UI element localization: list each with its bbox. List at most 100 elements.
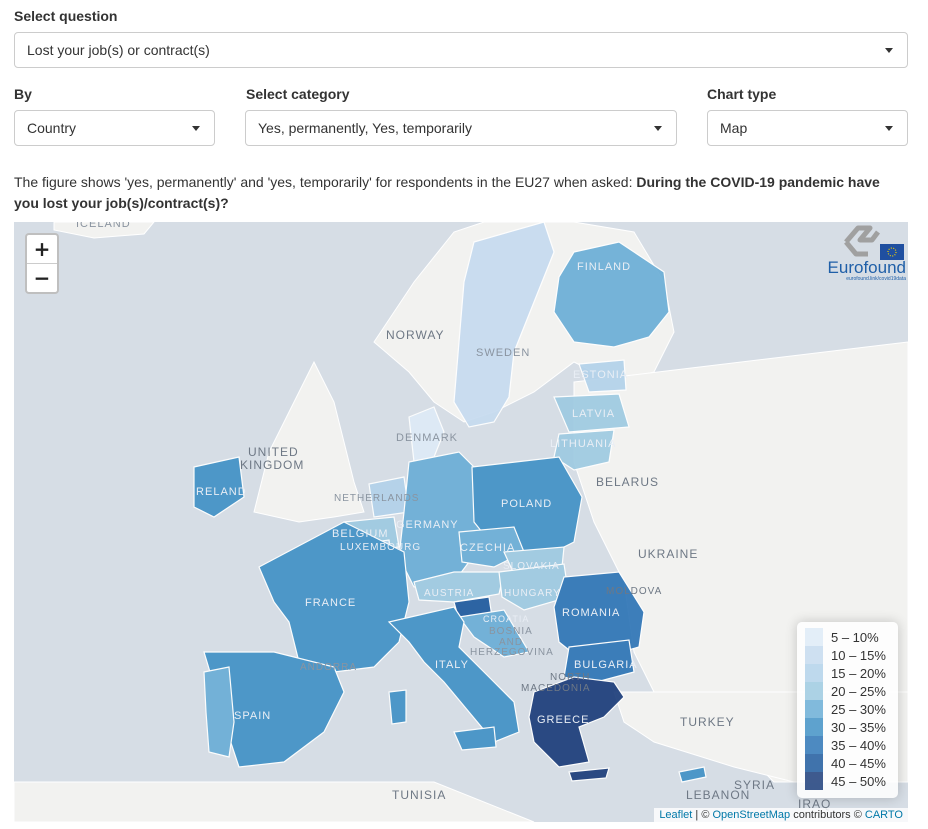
map-label-bosnia: BOSNIA [489,626,533,637]
chart-type-label: Chart type [707,86,777,102]
map-label-bosnia-3: HERZEGOVINA [470,647,554,658]
eurofound-logo-url: eurofound.link/covid19data [846,276,906,282]
map-label-lithuania: LITHUANIA [550,438,617,450]
legend-swatch [805,664,823,682]
map-label-north-macedonia-2: MACEDONIA [521,683,591,694]
map-label-italy: ITALY [435,659,469,671]
legend-swatch [805,682,823,700]
portugal-shape [203,666,235,758]
map-label-romania: ROMANIA [562,607,621,619]
question-label: Select question [14,8,118,24]
legend-row: 25 – 30% [805,700,890,718]
map-label-latvia: LATVIA [572,408,616,420]
crete-shape [568,767,610,782]
map-label-lebanon: LEBANON [686,788,751,802]
legend-swatch [805,718,823,736]
map-label-poland: POLAND [501,498,553,510]
map-label-north-macedonia: NORTH [550,672,591,683]
legend-row: 10 – 15% [805,646,890,664]
description-text: The figure shows 'yes, permanently' and … [14,174,637,190]
sardinia-shape [388,689,407,725]
attribution-contrib: contributors © [790,809,865,821]
legend-swatch [805,754,823,772]
map-container[interactable]: ICELAND NORWAY SWEDEN FINLAND ESTONIA LA… [14,222,908,822]
map-label-france: FRANCE [305,597,357,609]
by-select[interactable]: Country [14,110,215,146]
map-label-uk-2: KINGDOM [240,458,305,472]
category-select[interactable]: Yes, permanently, Yes, temporarily [245,110,677,146]
map-legend: 5 – 10% 10 – 15% 15 – 20% 20 – 25% 25 – 30% 3… [797,622,898,798]
map-label-bulgaria: BULGARIA [574,659,638,671]
map-label-uk: UNITED [248,445,299,459]
map-label-netherlands: NETHERLANDS [334,493,420,504]
finland-shape [553,241,670,348]
legend-swatch [805,772,823,790]
eurofound-logo-icon [844,225,904,260]
legend-label: 40 – 45% [831,755,886,771]
legend-swatch [805,736,823,754]
map-label-turkey: TURKEY [680,715,735,729]
map-label-ukraine: UKRAINE [638,547,699,561]
chart-type-select-value: Map [720,120,748,136]
map-label-sweden: SWEDEN [476,347,531,359]
map-svg [14,222,908,822]
legend-row: 5 – 10% [805,628,890,646]
legend-swatch [805,700,823,718]
map-label-luxembourg: LUXEMBOURG [340,542,422,553]
carto-link[interactable]: CARTO [865,809,903,821]
osm-link[interactable]: OpenStreetMap [712,809,790,821]
legend-row: 20 – 25% [805,682,890,700]
map-label-iceland: ICELAND [76,222,131,230]
legend-row: 15 – 20% [805,664,890,682]
map-label-hungary: HUNGARY [504,588,561,599]
cyprus-shape [678,766,707,783]
map-label-estonia: ESTONIA [573,369,629,381]
legend-row: 45 – 50% [805,772,890,790]
question-select[interactable]: Lost your job(s) or contract(s) [14,32,908,68]
legend-label: 25 – 30% [831,701,886,717]
map-label-tunisia: TUNISIA [392,788,447,802]
legend-swatch [805,646,823,664]
eurofound-logo-text: Eurofound [827,258,906,277]
legend-label: 30 – 35% [831,719,886,735]
legend-label: 20 – 25% [831,683,886,699]
figure-description: The figure shows 'yes, permanently' and … [14,172,904,214]
chevron-down-icon [192,126,200,131]
legend-row: 35 – 40% [805,736,890,754]
map-label-finland: FINLAND [577,261,632,273]
by-label: By [14,86,32,102]
chevron-down-icon [654,126,662,131]
map-label-moldova: MOLDOVA [606,586,663,597]
map-label-slovakia: SLOVAKIA [503,561,560,572]
legend-label: 45 – 50% [831,773,886,789]
chart-type-select[interactable]: Map [707,110,908,146]
map-label-andorra: ANDORRA [300,662,358,673]
map-label-croatia: CROATIA [483,614,530,624]
legend-row: 30 – 35% [805,718,890,736]
legend-swatch [805,628,823,646]
map-label-germany: GERMANY [396,519,459,531]
legend-row: 40 – 45% [805,754,890,772]
north-africa-land [14,781,535,822]
eurofound-logo: Eurofound eurofound.link/covid19data [816,222,908,284]
chevron-down-icon [885,48,893,53]
legend-label: 10 – 15% [831,647,886,663]
legend-label: 15 – 20% [831,665,886,681]
map-attribution: Leaflet | © OpenStreetMap contributors ©… [654,808,908,822]
legend-label: 5 – 10% [831,629,879,645]
zoom-out-button[interactable]: − [27,264,57,292]
category-select-value: Yes, permanently, Yes, temporarily [258,120,473,136]
map-label-denmark: DENMARK [396,432,459,444]
map-label-austria: AUSTRIA [424,588,475,599]
map-label-greece: GREECE [537,714,590,726]
map-label-belarus: BELARUS [596,475,660,489]
legend-label: 35 – 40% [831,737,886,753]
by-select-value: Country [27,120,77,136]
leaflet-link[interactable]: Leaflet [659,809,692,821]
sicily-shape [453,726,497,751]
map-label-czechia: CZECHIA [460,542,516,554]
category-label: Select category [246,86,350,102]
question-select-value: Lost your job(s) or contract(s) [27,42,210,58]
chevron-down-icon [885,126,893,131]
zoom-in-button[interactable]: + [27,235,57,264]
